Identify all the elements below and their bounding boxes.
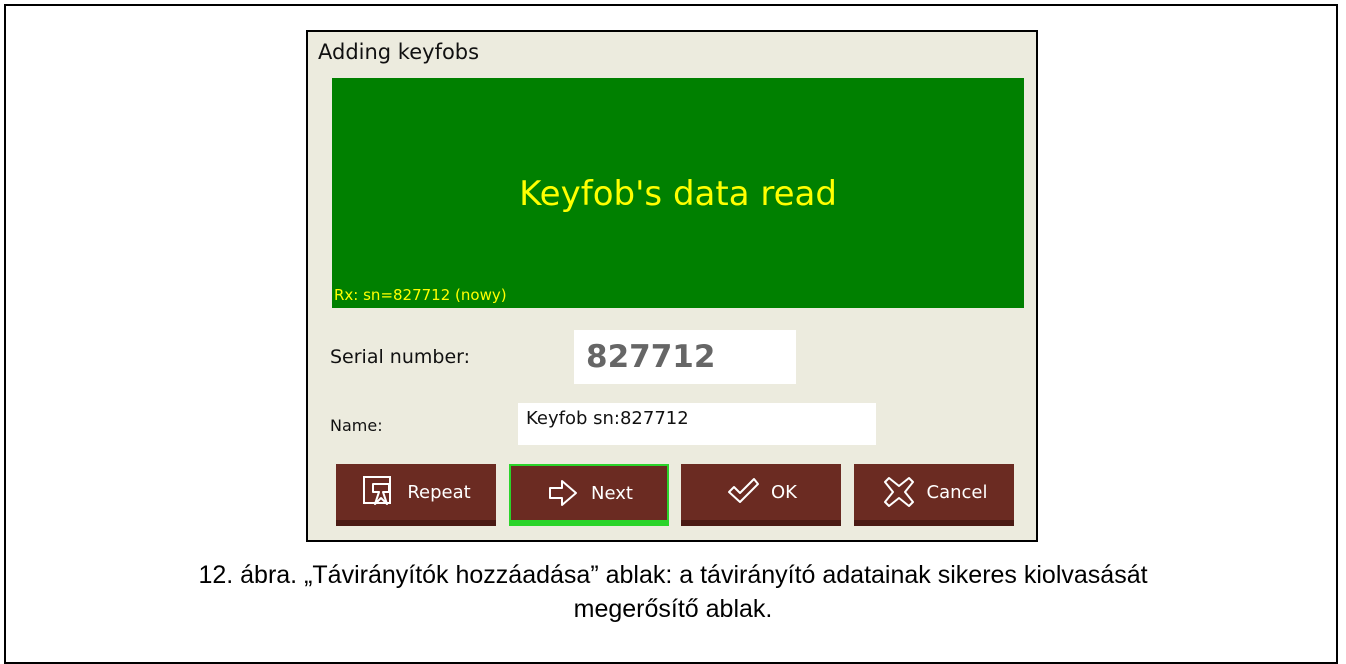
next-button[interactable]: Next bbox=[509, 464, 669, 526]
serial-number-value: 827712 bbox=[574, 330, 796, 384]
repeat-label: Repeat bbox=[407, 481, 471, 503]
checkmark-icon bbox=[728, 478, 759, 503]
caption-line-1: 12. ábra. „Távirányítók hozzáadása” abla… bbox=[198, 561, 1148, 589]
cancel-button[interactable]: Cancel bbox=[854, 464, 1014, 526]
name-input[interactable] bbox=[518, 403, 876, 445]
figure-caption: 12. ábra. „Távirányítók hozzáadása” abla… bbox=[0, 558, 1346, 626]
serial-number-label: Serial number: bbox=[330, 346, 471, 368]
cancel-label: Cancel bbox=[926, 481, 988, 503]
repeat-icon bbox=[363, 476, 392, 505]
ok-button[interactable]: OK bbox=[681, 464, 841, 526]
close-icon bbox=[883, 477, 914, 507]
status-panel: Keyfob's data read Rx: sn=827712 (nowy) bbox=[332, 78, 1024, 308]
repeat-button[interactable]: Repeat bbox=[336, 464, 496, 526]
dialog-title: Adding keyfobs bbox=[318, 40, 480, 64]
caption-line-2: megerősítő ablak. bbox=[573, 595, 773, 623]
arrow-right-icon bbox=[549, 480, 578, 506]
rx-status-line: Rx: sn=827712 (nowy) bbox=[334, 286, 507, 304]
name-label: Name: bbox=[330, 416, 383, 435]
adding-keyfobs-dialog: Adding keyfobs Keyfob's data read Rx: sn… bbox=[306, 30, 1038, 542]
next-label: Next bbox=[591, 482, 633, 504]
status-message: Keyfob's data read bbox=[519, 174, 837, 214]
ok-label: OK bbox=[771, 481, 797, 503]
